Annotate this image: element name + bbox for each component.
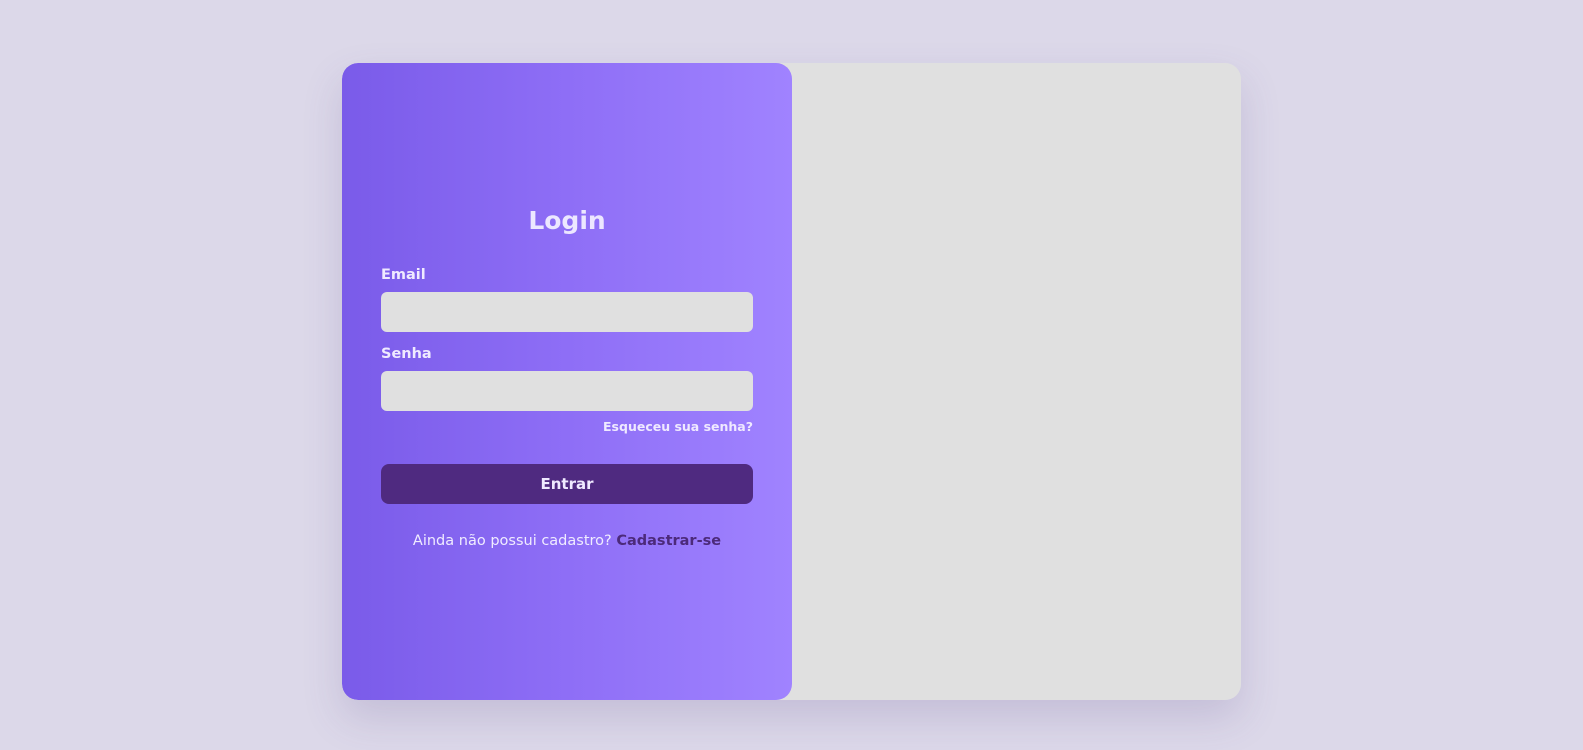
login-card: Login Email Senha Esqueceu sua senha? En… bbox=[342, 63, 1241, 700]
email-label: Email bbox=[381, 267, 426, 283]
page-title: Login bbox=[528, 206, 606, 235]
login-panel: Login Email Senha Esqueceu sua senha? En… bbox=[342, 63, 792, 700]
signup-prompt: Ainda não possui cadastro? bbox=[412, 533, 612, 549]
login-button[interactable]: Entrar bbox=[381, 464, 753, 504]
signup-row: Ainda não possui cadastro? Cadastrar-se bbox=[342, 533, 792, 549]
password-field[interactable] bbox=[381, 371, 753, 411]
email-field[interactable] bbox=[381, 292, 753, 332]
password-label: Senha bbox=[381, 346, 432, 362]
illustration-panel: $ bbox=[772, 63, 1241, 700]
forgot-password-link[interactable]: Esqueceu sua senha? bbox=[603, 419, 753, 434]
signup-link[interactable]: Cadastrar-se bbox=[616, 533, 721, 549]
